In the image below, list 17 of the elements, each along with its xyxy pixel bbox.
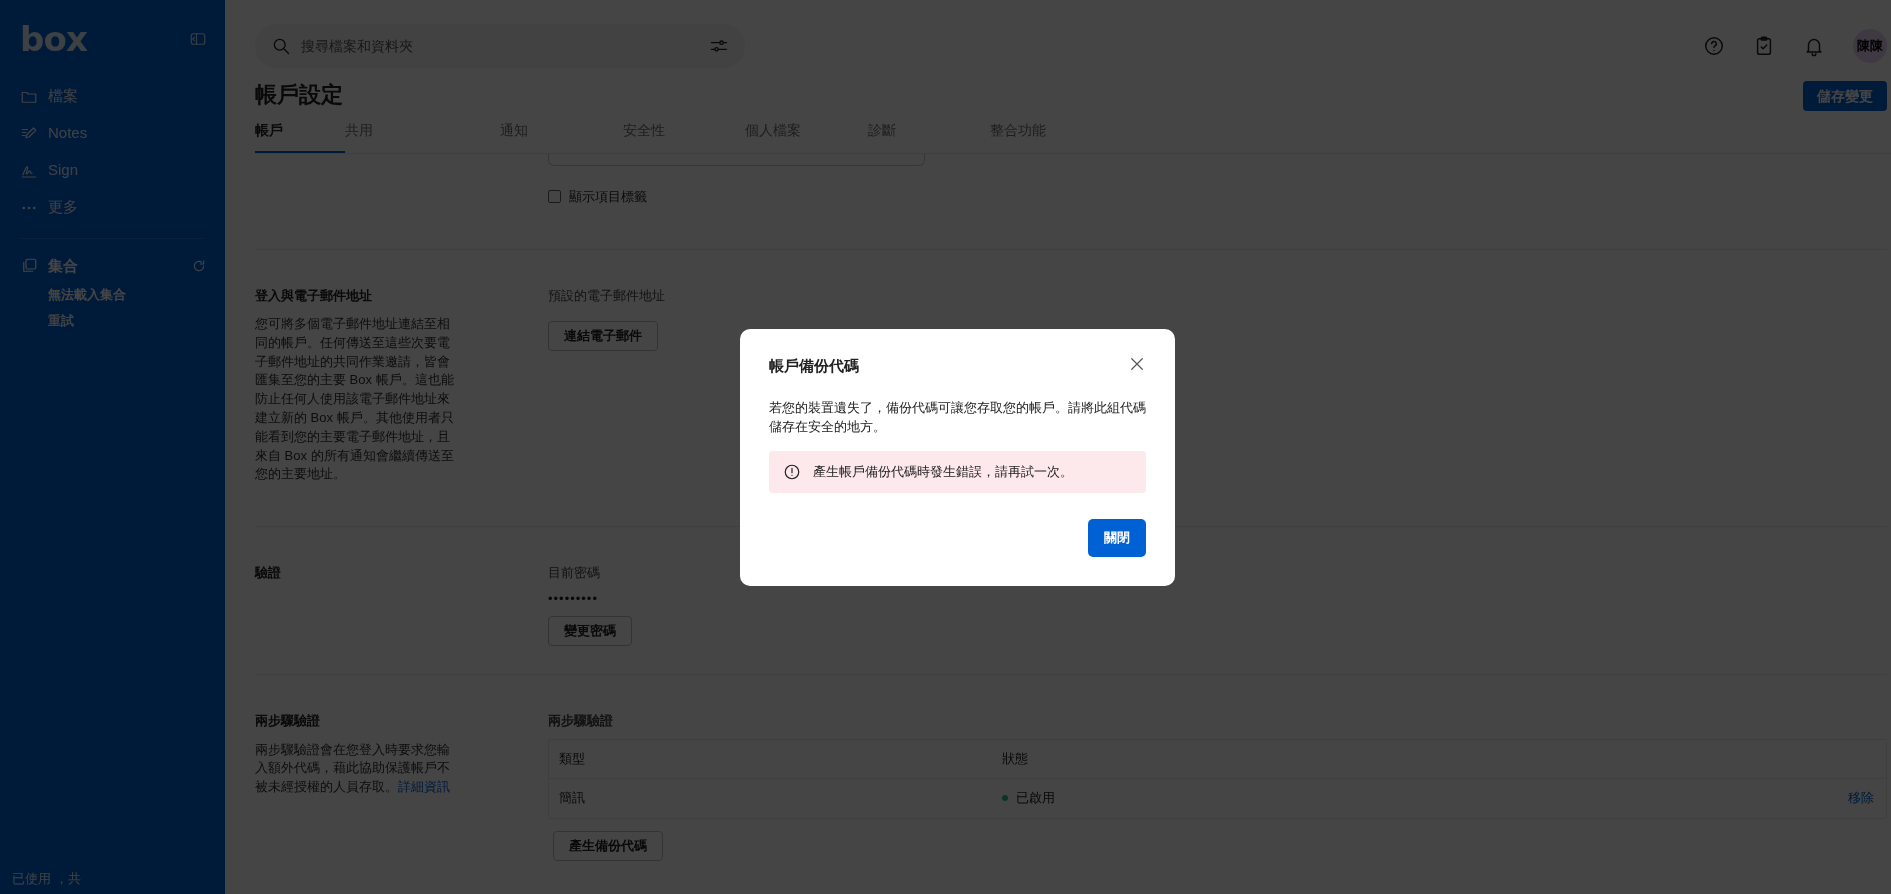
- page-title: 帳戶設定: [255, 84, 343, 106]
- details-link[interactable]: 詳細資訊: [398, 779, 450, 795]
- dialog-message: 若您的裝置遺失了，備份代碼可讓您存取您的帳戶。請將此組代碼儲存在安全的地方。: [769, 398, 1146, 436]
- dialog-title: 帳戶備份代碼: [769, 356, 859, 376]
- error-text: 產生帳戶備份代碼時發生錯誤，請再試一次。: [813, 462, 1073, 481]
- collections-heading[interactable]: 集合: [48, 254, 78, 278]
- section-title: 登入與電子郵件地址: [255, 286, 373, 305]
- section-title: 驗證: [255, 564, 282, 583]
- password-value: •••••••••: [548, 589, 598, 608]
- remove-link[interactable]: 移除: [1848, 788, 1874, 808]
- close-button[interactable]: 關閉: [1088, 518, 1146, 557]
- error-message: 無法載入集合: [47, 286, 126, 304]
- column-header: 狀態: [1002, 749, 1028, 768]
- column-header: 類型: [559, 749, 585, 768]
- alert-icon: [783, 462, 801, 481]
- section-title: 兩步驟驗證: [255, 712, 321, 731]
- close-icon[interactable]: [1128, 355, 1146, 373]
